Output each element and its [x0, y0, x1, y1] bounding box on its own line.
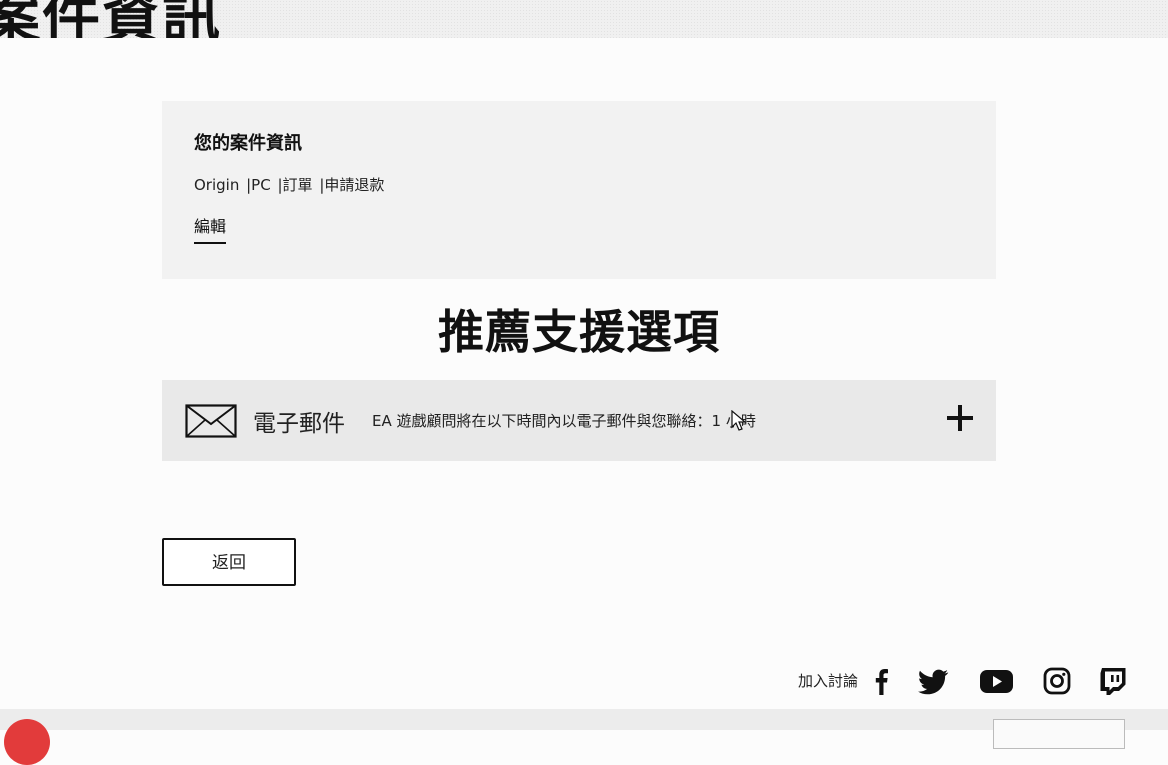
page-header-band: 案件資訊: [0, 0, 1168, 38]
bottom-action-button[interactable]: [993, 719, 1125, 749]
case-meta-platform: |PC: [246, 176, 271, 194]
email-option-description: EA 遊戲顧問將在以下時間內以電子郵件與您聯絡：1 小時: [372, 412, 756, 430]
case-meta: Origin |PC |訂單 |申請退款: [194, 174, 386, 195]
twitch-icon[interactable]: [1099, 666, 1127, 696]
case-info-heading: 您的案件資訊: [194, 133, 302, 154]
case-meta-platform-source: Origin: [194, 176, 240, 194]
youtube-icon[interactable]: [979, 666, 1014, 696]
twitter-icon[interactable]: [916, 666, 950, 696]
back-button[interactable]: 返回: [162, 538, 296, 586]
facebook-icon[interactable]: [872, 666, 890, 696]
support-options-title: 推薦支援選項: [438, 305, 720, 359]
email-support-option[interactable]: 電子郵件 EA 遊戲顧問將在以下時間內以電子郵件與您聯絡：1 小時: [162, 380, 996, 461]
case-info-card: 您的案件資訊 Origin |PC |訂單 |申請退款 編輯: [162, 101, 996, 279]
instagram-icon[interactable]: [1043, 666, 1071, 696]
edit-link[interactable]: 編輯: [194, 213, 227, 244]
email-option-label: 電子郵件: [253, 411, 345, 437]
bottom-bar: [0, 709, 1168, 765]
case-meta-issue: |申請退款: [319, 176, 385, 194]
case-meta-category: |訂單: [277, 176, 313, 194]
plus-icon[interactable]: [946, 404, 974, 432]
page-title: 案件資訊: [0, 0, 223, 38]
join-discussion-label: 加入討論: [798, 672, 859, 690]
chat-avatar-icon[interactable]: [4, 719, 50, 765]
mail-icon: [185, 404, 237, 438]
mouse-cursor-icon: [731, 410, 747, 431]
